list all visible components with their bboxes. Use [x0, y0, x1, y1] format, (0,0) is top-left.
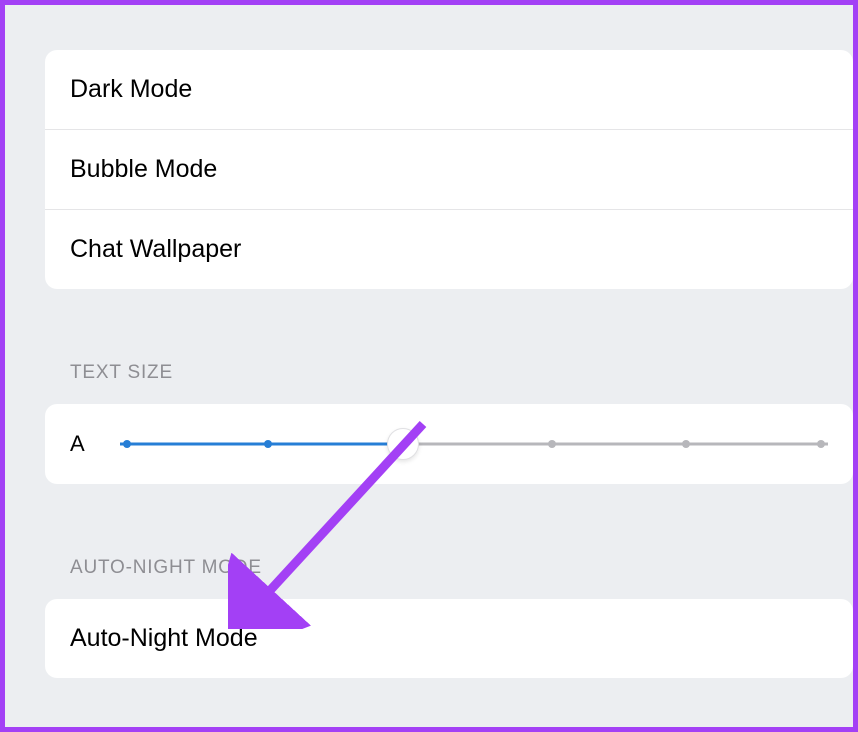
slider-tick [817, 440, 825, 448]
dark-mode-label: Dark Mode [70, 75, 192, 103]
slider-tick [682, 440, 690, 448]
dark-mode-row[interactable]: Dark Mode [45, 50, 853, 130]
text-size-slider[interactable] [120, 429, 828, 459]
text-size-slider-row: A [45, 404, 853, 484]
text-size-header: TEXT SIZE [70, 362, 853, 384]
text-size-small-label: A [70, 431, 85, 457]
auto-night-mode-row[interactable]: Auto-Night Mode [45, 599, 853, 678]
appearance-section: Dark Mode Bubble Mode Chat Wallpaper [45, 50, 853, 289]
chat-wallpaper-label: Chat Wallpaper [70, 235, 241, 263]
bubble-mode-row[interactable]: Bubble Mode [45, 130, 853, 210]
auto-night-header: AUTO-NIGHT MODE [70, 557, 853, 579]
slider-tick [548, 440, 556, 448]
slider-thumb[interactable] [387, 428, 419, 460]
auto-night-mode-label: Auto-Night Mode [70, 624, 258, 652]
chat-wallpaper-row[interactable]: Chat Wallpaper [45, 210, 853, 289]
slider-tick [123, 440, 131, 448]
auto-night-section: Auto-Night Mode [45, 599, 853, 678]
bubble-mode-label: Bubble Mode [70, 155, 217, 183]
slider-track-filled [120, 443, 403, 446]
slider-tick [264, 440, 272, 448]
